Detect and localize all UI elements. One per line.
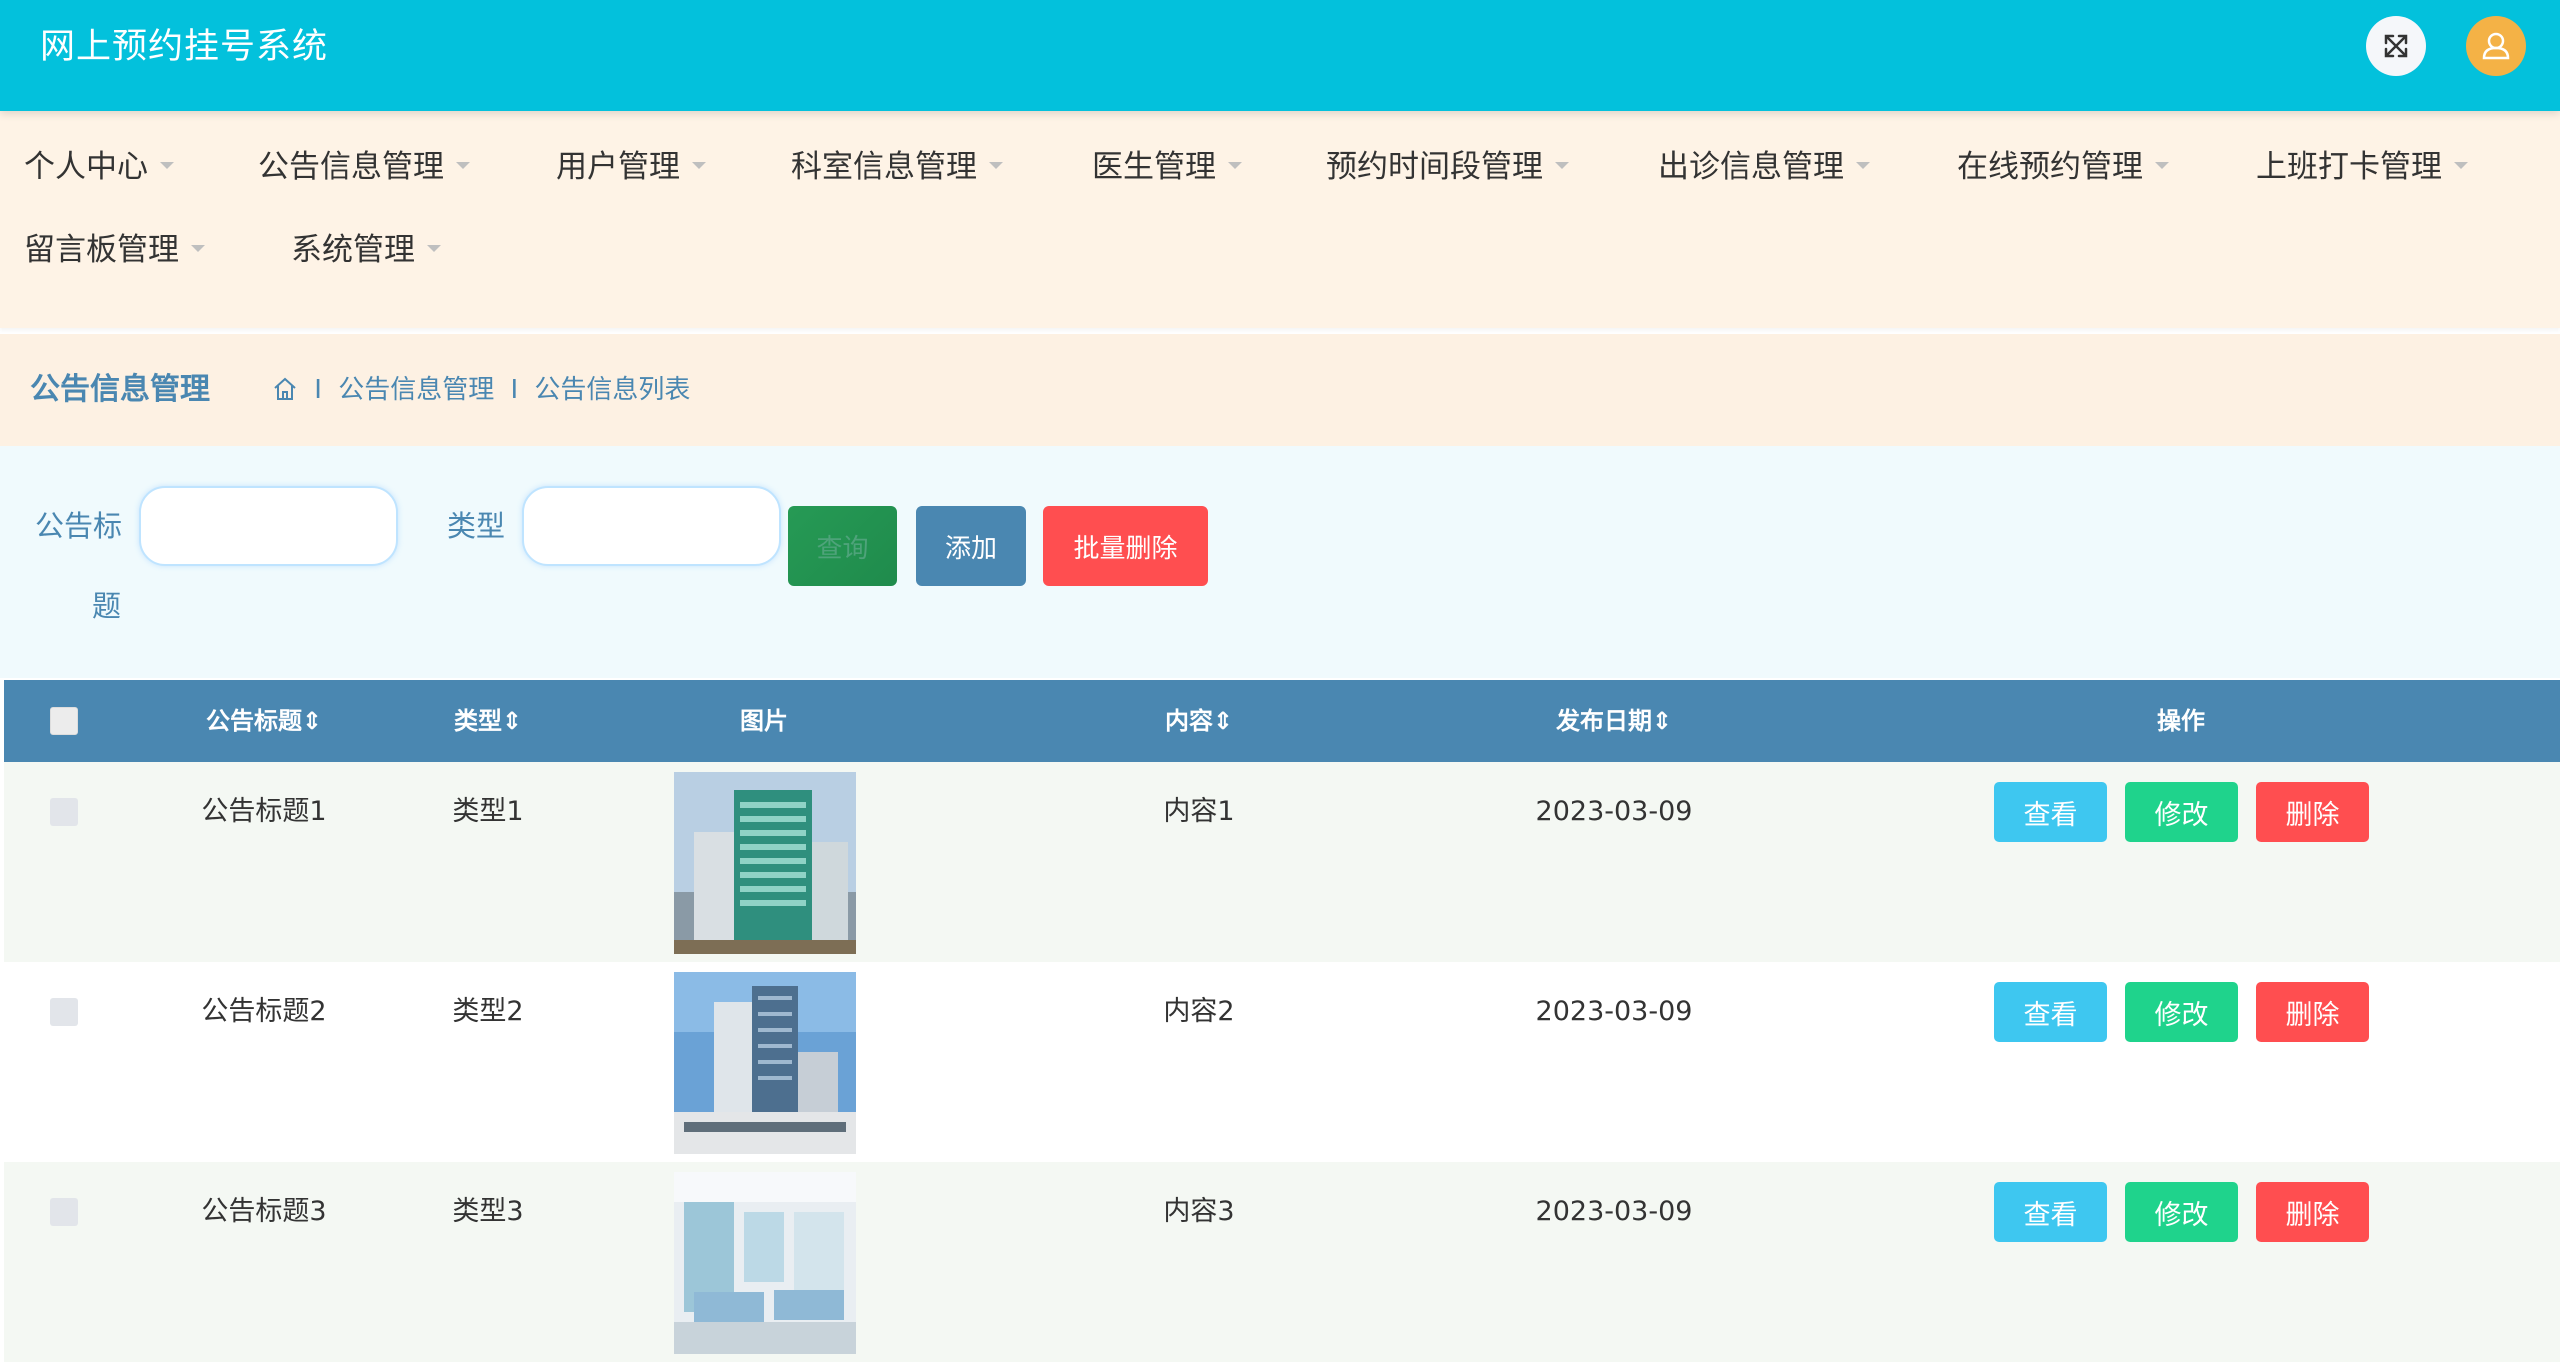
caret-down-icon: [2155, 162, 2169, 169]
title-filter-label-line2: 题: [92, 589, 122, 623]
query-button[interactable]: 查询: [788, 506, 897, 586]
view-button[interactable]: 查看: [1994, 782, 2107, 842]
caret-down-icon: [989, 162, 1003, 169]
caret-down-icon: [1856, 162, 1870, 169]
delete-button[interactable]: 删除: [2256, 1182, 2369, 1242]
caret-down-icon: [1228, 162, 1242, 169]
row-checkbox[interactable]: [50, 1198, 78, 1226]
nav-item-user-management[interactable]: 用户管理: [556, 145, 706, 189]
cell-content: 内容1: [1163, 796, 1235, 827]
app-title: 网上预约挂号系统: [40, 27, 329, 67]
table-row: 公告标题1 类型1 内容1 2023-03-09 查看 修改 删除: [4, 762, 2560, 962]
type-search-input[interactable]: [522, 486, 781, 566]
caret-down-icon: [427, 245, 441, 252]
cell-content: 内容2: [1163, 996, 1235, 1027]
breadcrumb-bar: 公告信息管理 I 公告信息管理 I 公告信息列表: [0, 334, 2560, 446]
row-checkbox[interactable]: [50, 798, 78, 826]
cell-date: 2023-03-09: [1535, 796, 1693, 827]
sort-icon: ⇕: [501, 707, 523, 735]
nav-item-system-management[interactable]: 系统管理: [291, 228, 441, 272]
cell-type: 类型2: [452, 996, 524, 1027]
cell-title: 公告标题3: [201, 1196, 327, 1227]
column-header-date[interactable]: 发布日期⇕: [1556, 680, 1672, 762]
delete-button[interactable]: 删除: [2256, 782, 2369, 842]
page-title: 公告信息管理: [30, 372, 210, 407]
table-row: 公告标题3 类型3 内容3 2023-03-09 查看 修改 删除: [4, 1162, 2560, 1362]
breadcrumb-level2: 公告信息列表: [534, 375, 691, 405]
type-filter-label: 类型: [447, 509, 506, 543]
table-header: 公告标题⇕ 类型⇕ 图片 内容⇕ 发布日期⇕ 操作: [4, 680, 2560, 762]
nav-item-clinic-schedule-management[interactable]: 出诊信息管理: [1658, 145, 1870, 189]
caret-down-icon: [2454, 162, 2468, 169]
delete-button[interactable]: 删除: [2256, 982, 2369, 1042]
cell-type: 类型1: [452, 796, 524, 827]
expand-icon: [2384, 34, 2408, 58]
cell-content: 内容3: [1163, 1196, 1235, 1227]
batch-delete-button[interactable]: 批量删除: [1043, 506, 1208, 586]
cell-title: 公告标题1: [201, 796, 327, 827]
nav-item-message-board-management[interactable]: 留言板管理: [24, 228, 205, 272]
sort-icon: ⇕: [1212, 707, 1234, 735]
table-row: 公告标题2 类型2 内容2 2023-03-09 查看 修改 删除: [4, 962, 2560, 1162]
column-header-actions: 操作: [2157, 707, 2205, 735]
breadcrumb: I 公告信息管理 I 公告信息列表: [272, 372, 690, 408]
nav-item-attendance-management[interactable]: 上班打卡管理: [2256, 145, 2468, 189]
top-nav: 个人中心 公告信息管理 用户管理 科室信息管理 医生管理 预约时间段管理 出诊信…: [0, 111, 2560, 328]
hospital-ward-image: [674, 1172, 856, 1354]
top-header: 网上预约挂号系统: [0, 0, 2560, 111]
title-search-input[interactable]: [139, 486, 398, 566]
caret-down-icon: [692, 162, 706, 169]
breadcrumb-separator: I: [314, 375, 322, 405]
search-form: 公告标 题 类型 查询 添加 批量删除: [0, 446, 2560, 678]
nav-item-personal-center[interactable]: 个人中心: [24, 145, 174, 189]
breadcrumb-separator: I: [510, 375, 519, 405]
column-header-image: 图片: [740, 707, 788, 735]
title-filter-label-line1: 公告标: [35, 509, 123, 543]
cell-title: 公告标题2: [201, 996, 327, 1027]
cell-date: 2023-03-09: [1535, 1196, 1693, 1227]
fullscreen-button[interactable]: [2366, 16, 2426, 76]
breadcrumb-level1[interactable]: 公告信息管理: [338, 375, 494, 405]
edit-button[interactable]: 修改: [2125, 782, 2238, 842]
home-icon[interactable]: [272, 376, 298, 402]
caret-down-icon: [191, 245, 205, 252]
edit-button[interactable]: 修改: [2125, 982, 2238, 1042]
select-all-checkbox[interactable]: [50, 707, 78, 735]
user-icon: [2482, 32, 2510, 60]
sort-icon: ⇕: [301, 707, 323, 735]
hospital-tower-image: [674, 972, 856, 1154]
row-checkbox[interactable]: [50, 998, 78, 1026]
column-header-type[interactable]: 类型⇕: [454, 680, 522, 762]
view-button[interactable]: 查看: [1994, 982, 2107, 1042]
sort-icon: ⇕: [1651, 707, 1673, 735]
column-header-title[interactable]: 公告标题⇕: [206, 680, 322, 762]
caret-down-icon: [456, 162, 470, 169]
column-header-content[interactable]: 内容⇕: [1165, 680, 1233, 762]
nav-item-notice-management[interactable]: 公告信息管理: [258, 145, 470, 189]
nav-item-doctor-management[interactable]: 医生管理: [1092, 145, 1242, 189]
nav-item-department-management[interactable]: 科室信息管理: [791, 145, 1003, 189]
caret-down-icon: [1555, 162, 1569, 169]
edit-button[interactable]: 修改: [2125, 1182, 2238, 1242]
caret-down-icon: [160, 162, 174, 169]
user-avatar-button[interactable]: [2466, 16, 2526, 76]
hospital-building-image: [674, 772, 856, 954]
view-button[interactable]: 查看: [1994, 1182, 2107, 1242]
add-button[interactable]: 添加: [916, 506, 1026, 586]
cell-type: 类型3: [452, 1196, 524, 1227]
nav-item-time-slot-management[interactable]: 预约时间段管理: [1326, 145, 1569, 189]
cell-date: 2023-03-09: [1535, 996, 1693, 1027]
nav-item-online-booking-management[interactable]: 在线预约管理: [1957, 145, 2169, 189]
